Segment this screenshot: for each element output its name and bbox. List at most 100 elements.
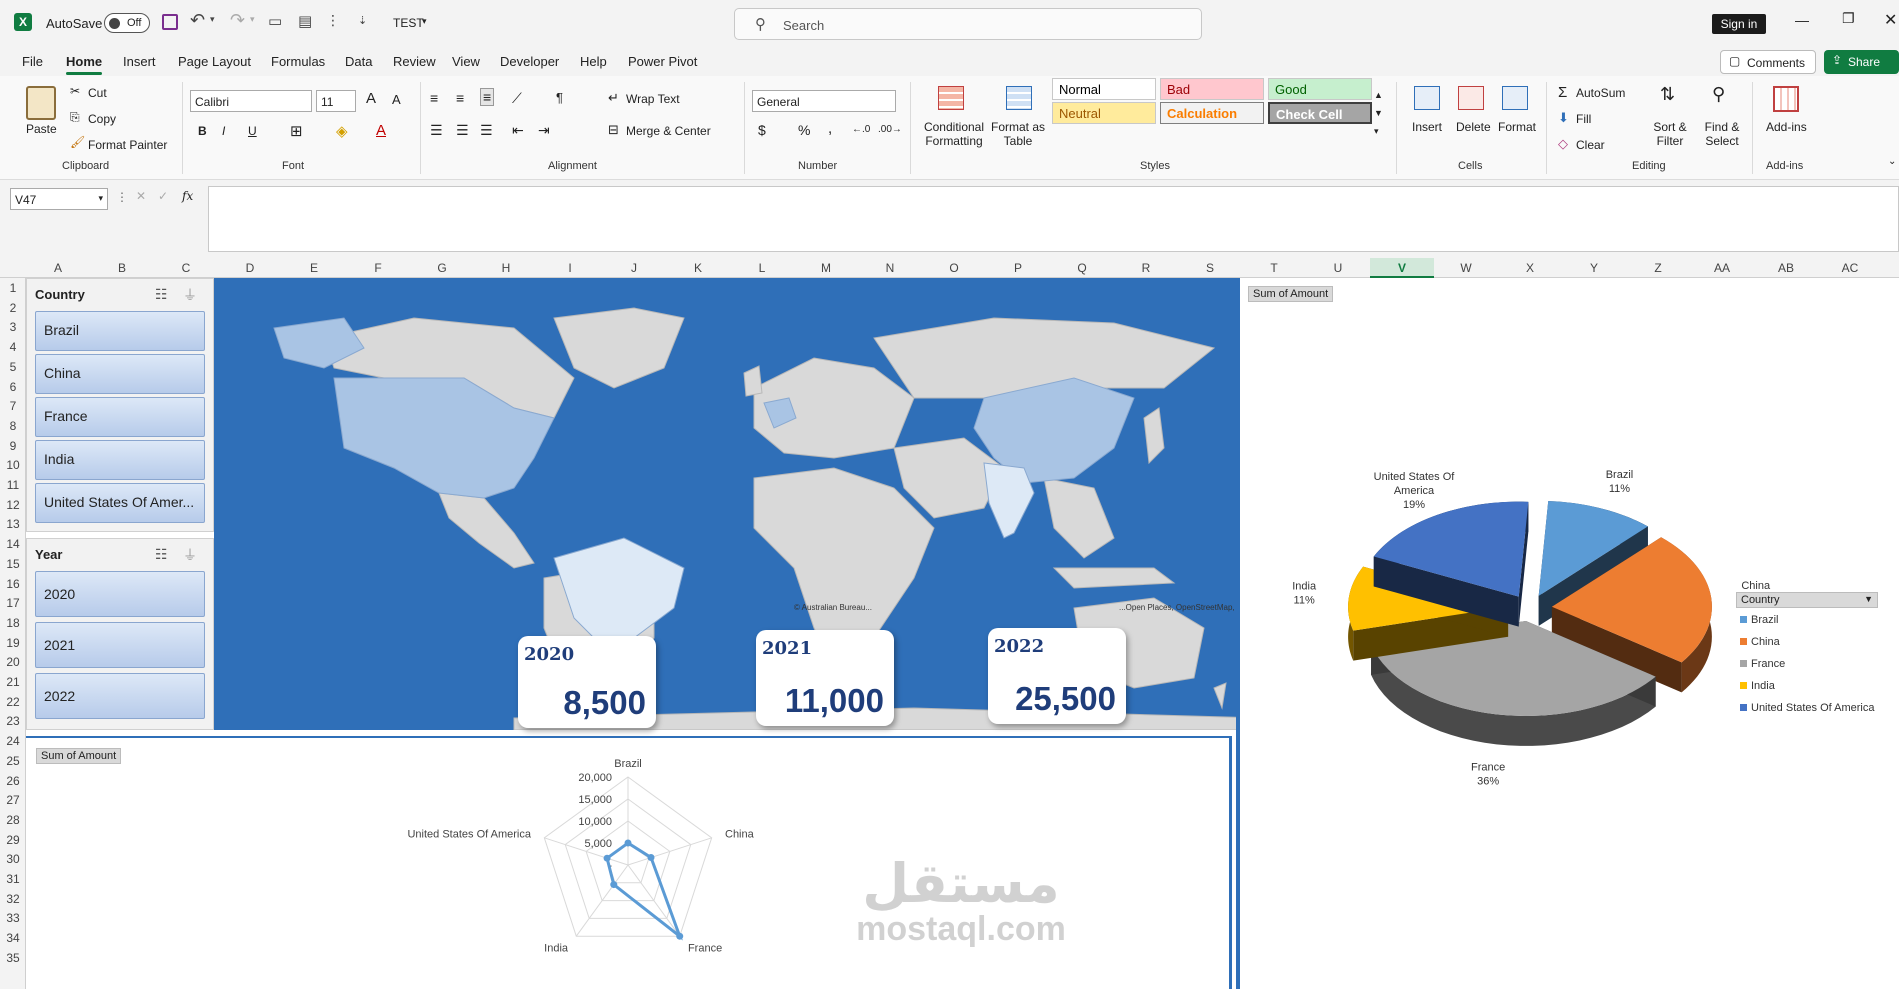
name-box[interactable]: V47 ▾ [10, 188, 108, 210]
slicer-item-india[interactable]: India [35, 440, 205, 480]
rtl-icon[interactable]: ¶ [556, 90, 563, 105]
column-header[interactable]: U [1328, 261, 1348, 275]
insert-function-icon[interactable]: fx [182, 189, 193, 203]
row-header[interactable]: 33 [0, 911, 26, 925]
confirm-formula-icon[interactable]: ✓ [158, 189, 168, 203]
autosave-toggle[interactable]: Off [104, 13, 150, 33]
tab-power-pivot[interactable]: Power Pivot [628, 54, 697, 69]
column-header[interactable]: A [48, 261, 68, 275]
row-header[interactable]: 8 [0, 419, 26, 433]
styles-gallery-more-icon[interactable]: ▾ [1374, 126, 1379, 137]
legend-item[interactable]: China [1740, 636, 1780, 648]
kpi-card-2022[interactable]: 2022 25,500 [988, 628, 1126, 724]
autosum-icon[interactable]: Σ [1558, 84, 1567, 101]
find-select-button[interactable]: Find & Select [1700, 120, 1744, 148]
row-header[interactable]: 6 [0, 380, 26, 394]
clear-button[interactable]: Clear [1576, 138, 1605, 152]
cell-style-normal[interactable]: Normal [1052, 78, 1156, 100]
insert-cells-button[interactable]: Insert [1412, 120, 1442, 134]
row-header[interactable]: 24 [0, 734, 26, 748]
column-header[interactable]: Y [1584, 261, 1604, 275]
column-header[interactable]: R [1136, 261, 1156, 275]
borders-icon[interactable]: ⊞ [290, 122, 303, 140]
bold-icon[interactable]: B [198, 124, 207, 138]
row-header[interactable]: 3 [0, 320, 26, 334]
orientation-icon[interactable]: ⟋ [512, 90, 522, 107]
column-header[interactable]: M [816, 261, 836, 275]
column-header[interactable]: D [240, 261, 260, 275]
sign-in-button[interactable]: Sign in [1712, 14, 1766, 34]
column-header[interactable]: V [1392, 261, 1412, 275]
tab-developer[interactable]: Developer [500, 54, 559, 69]
column-header[interactable]: C [176, 261, 196, 275]
legend-title[interactable]: Country ▼ [1736, 592, 1878, 608]
font-name-select[interactable]: Calibri [190, 90, 312, 112]
copy-button[interactable]: Copy [88, 112, 116, 126]
cell-style-calculation[interactable]: Calculation [1160, 102, 1264, 124]
save-icon[interactable] [162, 14, 178, 30]
row-header[interactable]: 7 [0, 399, 26, 413]
customize-qat-icon[interactable]: ⋮ [326, 12, 340, 29]
delete-cells-icon[interactable] [1458, 86, 1484, 110]
tab-view[interactable]: View [452, 54, 480, 69]
increase-font-icon[interactable]: A [366, 90, 376, 107]
collapse-ribbon-icon[interactable]: ⌄ [1888, 156, 1896, 167]
row-header[interactable]: 32 [0, 892, 26, 906]
legend-dropdown-icon[interactable]: ▼ [1864, 594, 1873, 604]
align-center-icon[interactable]: ☰ [456, 122, 469, 139]
sort-filter-icon[interactable]: ⇅ [1660, 84, 1675, 105]
tab-insert[interactable]: Insert [123, 54, 156, 69]
align-middle-icon[interactable]: ≡ [456, 90, 464, 106]
share-button[interactable]: ⇪ Share [1824, 50, 1899, 74]
restore-icon[interactable]: ❐ [1842, 10, 1855, 27]
legend-item[interactable]: Brazil [1740, 614, 1779, 626]
column-header[interactable]: AC [1840, 261, 1860, 275]
font-size-select[interactable]: 11 [316, 90, 356, 112]
column-header[interactable]: B [112, 261, 132, 275]
column-header[interactable]: W [1456, 261, 1476, 275]
radar-point[interactable] [676, 932, 684, 940]
decrease-decimal-icon[interactable]: .00→ [878, 124, 902, 135]
multi-select-icon[interactable]: ☷ [155, 286, 168, 303]
row-header[interactable]: 11 [0, 478, 26, 492]
column-header[interactable]: N [880, 261, 900, 275]
row-header[interactable]: 9 [0, 439, 26, 453]
row-header[interactable]: 31 [0, 872, 26, 886]
italic-icon[interactable]: I [222, 124, 225, 138]
copy-icon[interactable]: ⎘ [70, 110, 80, 125]
row-header[interactable]: 17 [0, 596, 26, 610]
column-header[interactable]: P [1008, 261, 1028, 275]
row-header[interactable]: 35 [0, 951, 26, 965]
slicer-item-2022[interactable]: 2022 [35, 673, 205, 719]
cell-style-bad[interactable]: Bad [1160, 78, 1264, 100]
cell-style-neutral[interactable]: Neutral [1052, 102, 1156, 124]
multi-select-icon[interactable]: ☷ [155, 546, 168, 563]
format-cells-icon[interactable] [1502, 86, 1528, 110]
align-left-icon[interactable]: ☰ [430, 122, 443, 139]
slicer-item-usa[interactable]: United States Of Amer... [35, 483, 205, 523]
row-header[interactable]: 1 [0, 281, 26, 295]
row-header[interactable]: 30 [0, 852, 26, 866]
wrap-text-icon[interactable]: ↵ [608, 90, 619, 106]
radar-point[interactable] [603, 854, 611, 862]
row-header[interactable]: 19 [0, 636, 26, 650]
pie-legend[interactable]: Country ▼ Brazil China France India United S… [1736, 592, 1878, 732]
radar-series-line[interactable] [605, 841, 683, 941]
increase-indent-icon[interactable]: ⇥ [538, 122, 550, 139]
row-header[interactable]: 29 [0, 833, 26, 847]
merge-center-icon[interactable]: ⊟ [608, 122, 619, 138]
clear-filter-icon[interactable]: ⏚ [183, 285, 197, 305]
country-slicer[interactable]: Country ☷ ⏚ Brazil China France India Un… [26, 278, 214, 532]
add-ins-button[interactable]: Add-ins [1766, 120, 1807, 134]
font-color-icon[interactable]: A [376, 122, 386, 139]
column-header[interactable]: X [1520, 261, 1540, 275]
column-header[interactable]: AB [1776, 261, 1796, 275]
cancel-formula-icon[interactable]: ✕ [136, 189, 146, 203]
column-header[interactable]: Q [1072, 261, 1092, 275]
tab-home[interactable]: Home [66, 54, 103, 75]
column-header[interactable]: T [1264, 261, 1284, 275]
legend-item[interactable]: France [1740, 658, 1785, 670]
format-painter-icon[interactable]: 🖌 [70, 135, 85, 149]
currency-icon[interactable]: $ [758, 122, 766, 138]
row-header[interactable]: 16 [0, 577, 26, 591]
